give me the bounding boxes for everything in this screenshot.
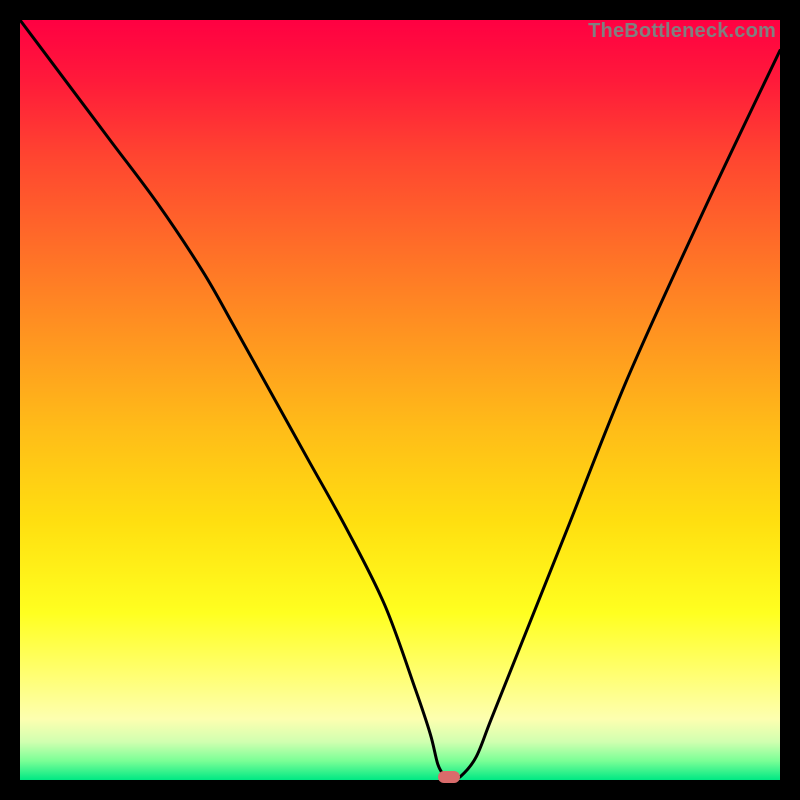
- curve-path: [20, 20, 780, 778]
- bottleneck-curve: [20, 20, 780, 780]
- optimal-marker: [438, 771, 460, 783]
- chart-frame: TheBottleneck.com: [20, 20, 780, 780]
- watermark-text: TheBottleneck.com: [588, 20, 776, 43]
